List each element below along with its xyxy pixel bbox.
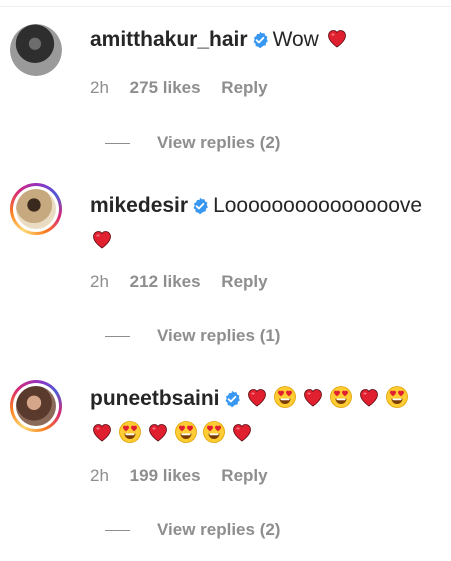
reply-button[interactable]: Reply [221, 272, 267, 292]
comment-body: Looooooooooooooove [213, 194, 423, 217]
heart-emoji-icon [146, 420, 170, 444]
heart-emoji-icon [301, 385, 325, 409]
username-link[interactable]: mikedesir [90, 194, 188, 217]
likes-count[interactable]: 275 likes [130, 78, 201, 98]
reply-button[interactable]: Reply [221, 78, 267, 98]
verified-badge-icon [223, 386, 241, 418]
heart-emoji-icon [325, 26, 349, 50]
heart-eyes-emoji-icon [118, 420, 142, 444]
comment-text-block: puneetbsaini [90, 383, 443, 450]
emoji-group [90, 420, 258, 445]
username-link[interactable]: amitthakur_hair [90, 28, 248, 51]
comment-text-block: amitthakur_hair Wow [90, 24, 443, 59]
view-replies-label: View replies (2) [157, 133, 281, 152]
comment-meta: 2h 199 likes Reply [90, 466, 268, 486]
comment-meta: 2h 275 likes Reply [90, 78, 268, 98]
heart-eyes-emoji-icon [174, 420, 198, 444]
likes-count[interactable]: 212 likes [130, 272, 201, 292]
comment-body: Wow [272, 28, 319, 51]
heart-emoji-icon [357, 385, 381, 409]
verified-badge-icon [251, 27, 269, 59]
comment-time[interactable]: 2h [90, 272, 109, 292]
heart-eyes-emoji-icon [202, 420, 226, 444]
verified-badge-icon [191, 193, 209, 225]
comment-time[interactable]: 2h [90, 466, 109, 486]
replies-divider-line [105, 336, 130, 338]
reply-button[interactable]: Reply [221, 466, 267, 486]
view-replies-button[interactable]: View replies (2) [105, 133, 281, 153]
heart-emoji-icon [90, 420, 114, 444]
heart-emoji-icon [90, 227, 114, 251]
view-replies-label: View replies (2) [157, 520, 281, 539]
avatar[interactable] [10, 24, 62, 76]
heart-emoji-icon [230, 420, 254, 444]
username-link[interactable]: puneetbsaini [90, 387, 220, 410]
comment-meta: 2h 212 likes Reply [90, 272, 268, 292]
heart-eyes-emoji-icon [273, 385, 297, 409]
comment-time[interactable]: 2h [90, 78, 109, 98]
emoji-group [245, 385, 413, 410]
avatar-story-ring[interactable] [10, 380, 62, 432]
likes-count[interactable]: 199 likes [130, 466, 201, 486]
heart-eyes-emoji-icon [385, 385, 409, 409]
heart-eyes-emoji-icon [329, 385, 353, 409]
replies-divider-line [105, 530, 130, 532]
view-replies-label: View replies (1) [157, 326, 281, 345]
top-divider [0, 6, 451, 7]
view-replies-button[interactable]: View replies (2) [105, 520, 281, 540]
comment-text-block: mikedesir Looooooooooooooove [90, 190, 443, 257]
replies-divider-line [105, 143, 130, 145]
avatar-story-ring[interactable] [10, 183, 62, 235]
heart-emoji-icon [245, 385, 269, 409]
view-replies-button[interactable]: View replies (1) [105, 326, 281, 346]
